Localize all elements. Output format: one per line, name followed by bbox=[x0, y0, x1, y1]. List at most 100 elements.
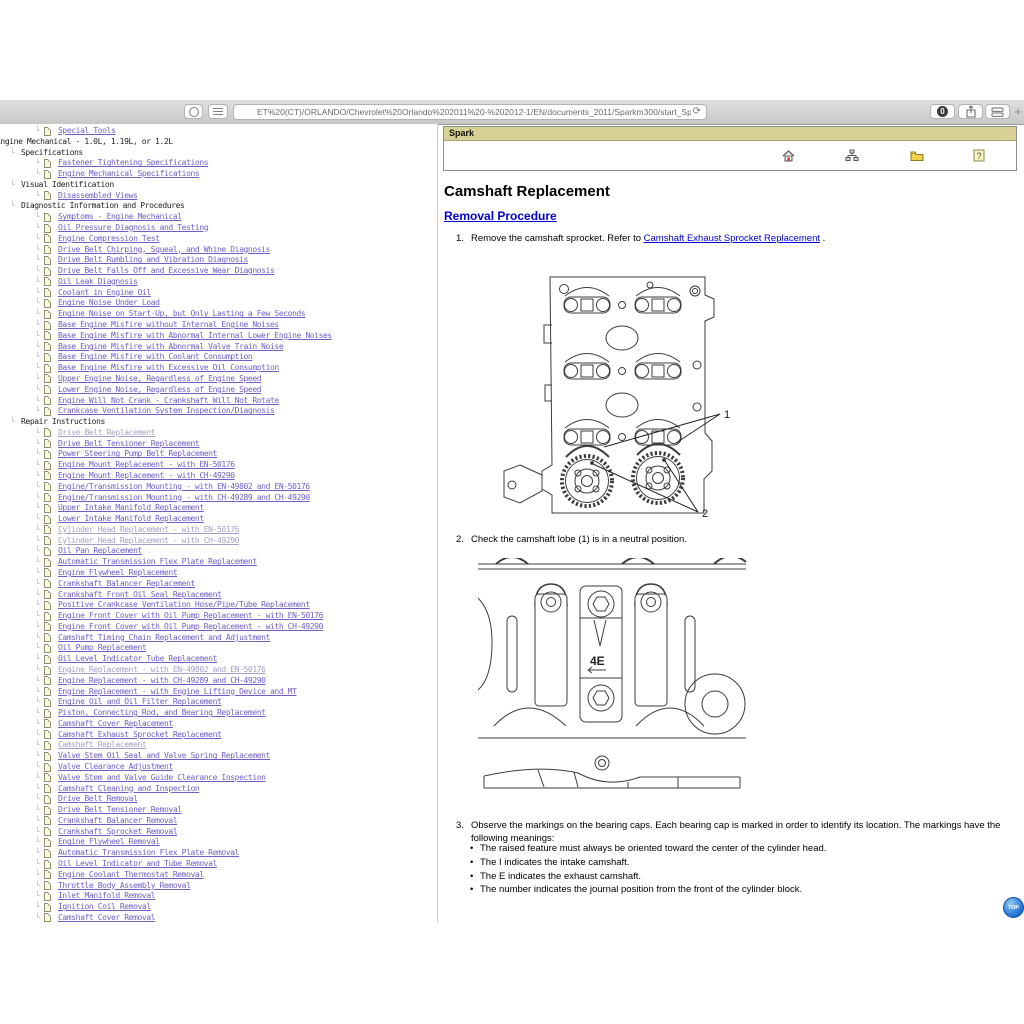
sidebar-toggle-button[interactable] bbox=[208, 104, 228, 119]
tree-link[interactable]: Oil Level Indicator and Tube Removal bbox=[58, 859, 217, 868]
tree-link[interactable]: Engine Mechanical Specifications bbox=[58, 169, 199, 178]
tree-link[interactable]: Crankshaft Front Oil Seal Replacement bbox=[58, 590, 221, 599]
tree-link[interactable]: Drive Belt Replacement bbox=[58, 428, 155, 437]
tree-link[interactable]: Drive Belt Removal bbox=[58, 794, 138, 803]
tree-link[interactable]: Crankshaft Balancer Removal bbox=[58, 816, 177, 825]
new-tab-button[interactable]: + bbox=[1011, 104, 1024, 120]
tree-link[interactable]: Base Engine Misfire without Internal Eng… bbox=[58, 320, 279, 329]
tree-link[interactable]: Engine Mount Replacement - with CH-49290 bbox=[58, 471, 235, 480]
tree-branch-icon: └ bbox=[35, 654, 39, 663]
tree-link[interactable]: Positive Crankcase Ventilation Hose/Pipe… bbox=[58, 600, 310, 609]
tree-link[interactable]: Base Engine Misfire with Abnormal Valve … bbox=[58, 342, 283, 351]
tree-branch-icon: └ bbox=[35, 169, 39, 178]
home-icon[interactable] bbox=[782, 149, 796, 163]
tree-link[interactable]: Piston, Connecting Rod, and Bearing Repl… bbox=[58, 708, 266, 717]
tree-link[interactable]: Camshaft Cover Replacement bbox=[58, 719, 173, 728]
tree-link[interactable]: Lower Intake Manifold Replacement bbox=[58, 514, 204, 523]
tree-link[interactable]: Power Steering Pump Belt Replacement bbox=[58, 449, 217, 458]
tree-link[interactable]: Drive Belt Tensioner Replacement bbox=[58, 439, 199, 448]
document-icon bbox=[44, 644, 51, 653]
tree-link[interactable]: Ignition Coil Removal bbox=[58, 902, 151, 911]
tree-link[interactable]: Throttle Body Assembly Removal bbox=[58, 881, 191, 890]
tree-link[interactable]: Drive Belt Rumbling and Vibration Diagno… bbox=[58, 255, 248, 264]
tree-branch-icon: └ bbox=[35, 460, 39, 469]
step-3-text: Observe the markings on the bearing caps… bbox=[471, 819, 1011, 845]
tree-link[interactable]: Base Engine Misfire with Coolant Consump… bbox=[58, 352, 252, 361]
tree-link[interactable]: Crankshaft Sprocket Removal bbox=[58, 827, 177, 836]
folder-icon[interactable] bbox=[910, 149, 924, 163]
tree-link[interactable]: Special Tools bbox=[58, 126, 115, 135]
tree-link[interactable]: Engine/Transmission Mounting - with EN-4… bbox=[58, 482, 310, 491]
tree-link[interactable]: Valve Stem Oil Seal and Valve Spring Rep… bbox=[58, 751, 270, 760]
tree-link[interactable]: Upper Engine Noise, Regardless of Engine… bbox=[58, 374, 261, 383]
tree-link[interactable]: Valve Stem and Valve Guide Clearance Ins… bbox=[58, 773, 266, 782]
tree-branch-icon: └ bbox=[35, 514, 39, 523]
share-button[interactable] bbox=[958, 104, 983, 119]
tree-link[interactable]: Fastener Tightening Specifications bbox=[58, 158, 208, 167]
tree-link[interactable]: Valve Clearance Adjustment bbox=[58, 762, 173, 771]
reload-icon[interactable]: ⟳ bbox=[691, 107, 706, 117]
tree-link[interactable]: Drive Belt Chirping, Squeal, and Whine D… bbox=[58, 245, 270, 254]
tree-link[interactable]: Cylinder Head Replacement - with CH-4929… bbox=[58, 536, 239, 545]
document-icon bbox=[44, 698, 51, 707]
tree-link[interactable]: Oil Leak Diagnosis bbox=[58, 277, 138, 286]
tree-link[interactable]: Crankcase Ventilation System Inspection/… bbox=[58, 406, 274, 415]
tree-link[interactable]: Engine Oil and Oil Filter Replacement bbox=[58, 697, 221, 706]
tree-link[interactable]: Engine Replacement - with EN-49802 and E… bbox=[58, 665, 266, 674]
back-to-top-button[interactable]: TOP bbox=[1003, 897, 1024, 918]
tree-link[interactable]: Base Engine Misfire with Abnormal Intern… bbox=[58, 331, 332, 340]
tree-link[interactable]: Engine Front Cover with Oil Pump Replace… bbox=[58, 622, 323, 631]
sprocket-replacement-link[interactable]: Camshaft Exhaust Sprocket Replacement bbox=[644, 233, 820, 244]
removal-procedure-link[interactable]: Removal Procedure bbox=[444, 209, 557, 223]
tab-overview-button[interactable] bbox=[985, 104, 1010, 119]
tree-link[interactable]: Engine Replacement - with Engine Lifting… bbox=[58, 687, 297, 696]
tree-link[interactable]: Engine Flywheel Replacement bbox=[58, 568, 177, 577]
tree-branch-icon: └ bbox=[35, 234, 39, 243]
tree-branch-icon: └ bbox=[35, 374, 39, 383]
step-1-text-after: . bbox=[820, 233, 825, 244]
tree-link[interactable]: Engine Replacement - with CH-49289 and C… bbox=[58, 676, 266, 685]
tree-link[interactable]: Automatic Transmission Flex Plate Remova… bbox=[58, 848, 239, 857]
tree-link[interactable]: Lower Engine Noise, Regardless of Engine… bbox=[58, 385, 261, 394]
tree-link[interactable]: Automatic Transmission Flex Plate Replac… bbox=[58, 557, 257, 566]
tree-link[interactable]: Oil Pump Replacement bbox=[58, 643, 146, 652]
tree-link[interactable]: Engine Will Not Crank - Crankshaft Will … bbox=[58, 396, 279, 405]
document-icon bbox=[44, 213, 51, 222]
tree-link[interactable]: Symptoms - Engine Mechanical bbox=[58, 212, 182, 221]
document-icon bbox=[44, 590, 51, 599]
reader-mode-button[interactable] bbox=[184, 104, 203, 119]
tree-link[interactable]: Disassembled Views bbox=[58, 191, 138, 200]
tree-link[interactable]: Camshaft Timing Chain Replacement and Ad… bbox=[58, 633, 270, 642]
sitemap-icon[interactable] bbox=[845, 149, 859, 163]
tree-link[interactable]: Engine Coolant Thermostat Removal bbox=[58, 870, 204, 879]
document-icon bbox=[44, 622, 51, 631]
tree-link[interactable]: Engine Noise Under Load bbox=[58, 298, 160, 307]
tree-link[interactable]: Engine/Transmission Mounting - with CH-4… bbox=[58, 493, 310, 502]
tree-link[interactable]: Engine Noise on Start-Up, but Only Lasti… bbox=[58, 309, 305, 318]
tree-branch-icon: └ bbox=[35, 288, 39, 297]
tree-link[interactable]: Engine Front Cover with Oil Pump Replace… bbox=[58, 611, 323, 620]
tree-link[interactable]: Oil Level Indicator Tube Replacement bbox=[58, 654, 217, 663]
tree-link[interactable]: Camshaft Cover Removal bbox=[58, 913, 155, 922]
tree-link[interactable]: Drive Belt Falls Off and Excessive Wear … bbox=[58, 266, 274, 275]
tree-link[interactable]: Crankshaft Balancer Replacement bbox=[58, 579, 195, 588]
tree-link[interactable]: Upper Intake Manifold Replacement bbox=[58, 503, 204, 512]
tree-link[interactable]: Oil Pan Replacement bbox=[58, 546, 142, 555]
tree-link[interactable]: Drive Belt Tensioner Removal bbox=[58, 805, 182, 814]
tree-link[interactable]: Camshaft Cleaning and Inspection bbox=[58, 784, 199, 793]
tree-link[interactable]: Inlet Manifold Removal bbox=[58, 891, 155, 900]
tree-link[interactable]: Oil Pressure Diagnosis and Testing bbox=[58, 223, 208, 232]
page-title: Camshaft Replacement bbox=[444, 183, 610, 200]
downloads-button[interactable]: 0 bbox=[930, 104, 955, 119]
tree-link[interactable]: Camshaft Exhaust Sprocket Replacement bbox=[58, 730, 221, 739]
tree-link[interactable]: Engine Compression Test bbox=[58, 234, 160, 243]
tree-link[interactable]: Camshaft Replacement bbox=[58, 740, 146, 749]
tree-link[interactable]: Engine Mount Replacement - with EN-50176 bbox=[58, 460, 235, 469]
tree-branch-icon: └ bbox=[35, 158, 39, 167]
tree-link[interactable]: Engine Flywheel Removal bbox=[58, 837, 160, 846]
tree-link[interactable]: Cylinder Head Replacement - with EN-5017… bbox=[58, 525, 239, 534]
address-bar[interactable]: ET%20(CT)/ORLANDO/Chevrolet%20Orlando%20… bbox=[233, 104, 707, 120]
help-icon[interactable]: ? bbox=[973, 149, 987, 163]
tree-link[interactable]: Base Engine Misfire with Excessive Oil C… bbox=[58, 363, 279, 372]
tree-link[interactable]: Coolant in Engine Oil bbox=[58, 288, 151, 297]
